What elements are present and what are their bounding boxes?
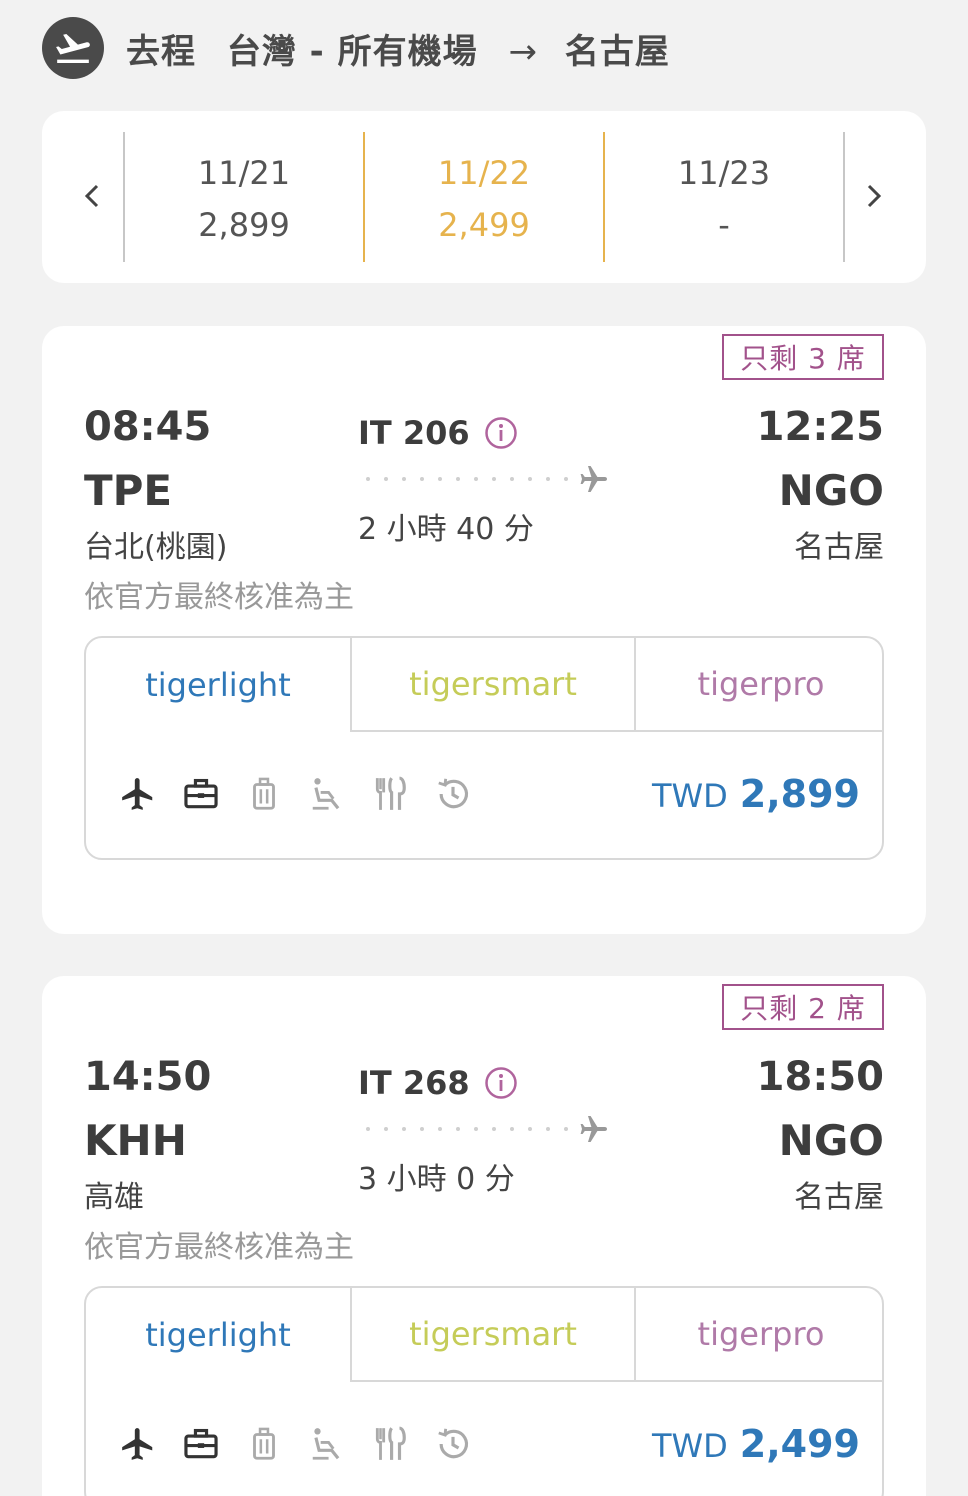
luggage-icon: [244, 774, 284, 814]
date-divider: [843, 132, 845, 262]
date-label: 11/21: [197, 154, 291, 192]
route-title: 去程 台灣 - 所有機場 → 名古屋: [126, 24, 688, 73]
meal-icon: [370, 1424, 410, 1464]
plane-icon: [118, 774, 158, 814]
info-icon[interactable]: [484, 1066, 518, 1100]
date-label: 11/22: [437, 154, 531, 192]
seats-left-badge: 只剩 3 席: [722, 334, 884, 380]
arrival-time: 12:25: [756, 404, 884, 450]
tab-tigersmart[interactable]: tigersmart: [350, 1288, 634, 1382]
tab-tigersmart[interactable]: tigersmart: [350, 638, 634, 732]
arrival-time: 18:50: [756, 1054, 884, 1100]
fare-price[interactable]: TWD 2,499: [652, 1422, 860, 1466]
flight-number-label: IT 206: [358, 414, 470, 452]
meal-icon: [370, 774, 410, 814]
flight-card[interactable]: 只剩 3 席 08:45 TPE 台北(桃園) 依官方最終核准為主 IT 206…: [42, 326, 926, 934]
arrow-icon: →: [508, 31, 538, 72]
plane-icon: [118, 1424, 158, 1464]
history-icon: [433, 1424, 473, 1464]
arrival-city: 名古屋: [794, 1180, 884, 1215]
flight-number-label: IT 268: [358, 1064, 470, 1102]
tab-tigerpro[interactable]: tigerpro: [634, 638, 882, 732]
chevron-left-icon: [84, 184, 99, 208]
destination-label: 名古屋: [564, 31, 670, 72]
date-option[interactable]: 11/23 -: [605, 147, 843, 251]
currency-label: TWD: [651, 777, 728, 815]
departure-code: TPE: [84, 466, 173, 515]
direction-label: 去程: [126, 31, 196, 72]
flight-number: IT 268: [358, 1064, 518, 1102]
origin-label: 台灣 - 所有機場: [226, 31, 478, 72]
price-amount: 2,499: [739, 1422, 860, 1466]
info-icon[interactable]: [484, 416, 518, 450]
seat-icon: [307, 774, 347, 814]
flight-card[interactable]: 只剩 2 席 14:50 KHH 高雄 依官方最終核准為主 IT 268 3 小…: [42, 976, 926, 1496]
departure-time: 14:50: [84, 1054, 212, 1100]
tab-tigerlight[interactable]: tigerlight: [86, 638, 350, 732]
date-label: 11/23: [677, 154, 771, 192]
luggage-icon: [244, 1424, 284, 1464]
departure-time: 08:45: [84, 404, 212, 450]
chevron-right-icon: [867, 184, 882, 208]
tab-tigerlight[interactable]: tigerlight: [86, 1288, 350, 1382]
route-line: [366, 466, 607, 492]
fare-features: [118, 774, 496, 814]
fare-panel: tigerlight tigersmart tigerpro TW: [84, 1286, 884, 1496]
takeoff-icon: [56, 33, 90, 63]
flight-number: IT 206: [358, 414, 518, 452]
arrival-code: NGO: [778, 466, 884, 515]
date-price: 2,899: [198, 206, 290, 244]
tab-tigerpro[interactable]: tigerpro: [634, 1288, 882, 1382]
fare-features: [118, 1424, 496, 1464]
prev-date-button[interactable]: [72, 171, 112, 221]
approval-note: 依官方最終核准為主: [84, 580, 354, 615]
fare-price[interactable]: TWD 2,899: [652, 772, 860, 816]
date-price: -: [718, 206, 730, 244]
history-icon: [433, 774, 473, 814]
seat-icon: [307, 1424, 347, 1464]
page-header: 去程 台灣 - 所有機場 → 名古屋: [42, 17, 688, 79]
next-date-button[interactable]: [854, 171, 894, 221]
currency-label: TWD: [651, 1427, 728, 1465]
briefcase-icon: [181, 774, 221, 814]
approval-note: 依官方最終核准為主: [84, 1230, 354, 1265]
date-selector: 11/21 2,899 11/22 2,499 11/23 -: [42, 111, 926, 283]
departure-badge: [42, 17, 104, 79]
plane-icon: [580, 1116, 607, 1142]
briefcase-icon: [181, 1424, 221, 1464]
arrival-code: NGO: [778, 1116, 884, 1165]
route-line: [366, 1116, 607, 1142]
plane-icon: [580, 466, 607, 492]
seats-left-badge: 只剩 2 席: [722, 984, 884, 1030]
date-option-selected[interactable]: 11/22 2,499: [365, 147, 603, 251]
date-option[interactable]: 11/21 2,899: [125, 147, 363, 251]
arrival-city: 名古屋: [794, 530, 884, 565]
fare-panel: tigerlight tigersmart tigerpro TW: [84, 636, 884, 860]
departure-code: KHH: [84, 1116, 187, 1165]
price-amount: 2,899: [739, 772, 860, 816]
departure-city: 高雄: [84, 1180, 144, 1215]
date-price: 2,499: [438, 206, 530, 244]
departure-city: 台北(桃園): [84, 530, 228, 565]
flight-duration: 3 小時 0 分: [358, 1162, 515, 1197]
flight-duration: 2 小時 40 分: [358, 512, 534, 547]
